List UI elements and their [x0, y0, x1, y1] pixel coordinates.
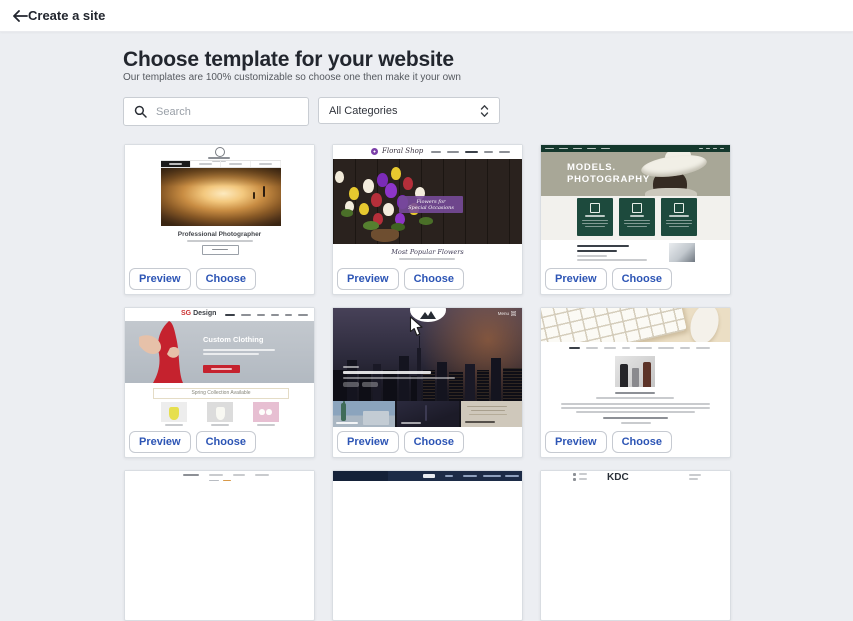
template-thumbnail-floral-shop[interactable]: Floral Shop — [333, 145, 522, 264]
flower-logo-icon — [371, 148, 378, 155]
preview-button[interactable]: Preview — [129, 268, 191, 290]
template-card-photographer: Professional Photographer Preview Choose — [124, 144, 315, 295]
template-thumbnail-kdc[interactable]: KDC — [541, 471, 730, 590]
choose-button[interactable]: Choose — [612, 431, 672, 453]
chevron-up-down-icon — [480, 104, 489, 118]
site-menu: Menu — [498, 311, 516, 316]
article-thumbnails — [333, 401, 522, 427]
template-card-kdc: KDC — [540, 470, 731, 621]
template-thumbnail-minimal-tabs[interactable] — [125, 471, 314, 590]
keyboard-photo — [541, 308, 730, 342]
template-card-floral-shop: Floral Shop — [332, 144, 523, 295]
choose-button[interactable]: Choose — [196, 268, 256, 290]
statue-of-liberty-thumb — [333, 401, 395, 427]
site-title: Professional Photographer — [125, 231, 314, 238]
template-thumbnail-navy-corporate[interactable] — [333, 471, 522, 590]
choose-button[interactable]: Choose — [404, 431, 464, 453]
night-sky-thumb — [397, 401, 459, 427]
preview-button[interactable]: Preview — [129, 431, 191, 453]
product-thumb-white-dress — [207, 402, 233, 422]
template-card-business: Preview Choose — [540, 307, 731, 458]
product-thumb-lingerie — [253, 402, 279, 422]
template-thumbnail-models-photography[interactable]: MODELS. PHOTOGRAPHY — [541, 145, 730, 264]
site-logo-text: Floral Shop — [382, 147, 423, 155]
template-thumbnail-business[interactable] — [541, 308, 730, 427]
site-section-title: Most Popular Flowers — [333, 248, 522, 256]
product-thumb-yellow-dress — [161, 402, 187, 422]
menu-icon — [511, 311, 516, 316]
site-logo-text: KDC — [607, 472, 629, 483]
search-box[interactable] — [123, 97, 309, 126]
template-card-minimal-tabs — [124, 470, 315, 621]
tulip-bouquet-photo: Flowers for Special Occasions — [333, 159, 522, 244]
keyboard — [541, 308, 687, 342]
site-logo-text: SG Design — [181, 310, 216, 317]
template-card-sg-design: SG Design Custom Clothing Spring Collect… — [124, 307, 315, 458]
site-header: Floral Shop — [333, 145, 522, 159]
top-bar: Create a site — [0, 0, 853, 32]
site-hero-title: Custom Clothing — [203, 335, 263, 344]
mountain-logo-icon — [420, 310, 436, 319]
site-header: SG Design — [125, 308, 314, 321]
template-card-models-photography: MODELS. PHOTOGRAPHY — [540, 144, 731, 295]
choose-button[interactable]: Choose — [612, 268, 672, 290]
site-nav — [161, 160, 281, 168]
template-card-navy-corporate — [332, 470, 523, 621]
search-input[interactable] — [154, 105, 308, 119]
site-banner: Spring Collection Available — [153, 388, 289, 399]
site-cta-button — [202, 245, 239, 255]
office-photo — [615, 356, 655, 387]
choose-button[interactable]: Choose — [404, 268, 464, 290]
section-heading: Choose template for your website — [123, 48, 454, 72]
back-arrow-icon[interactable] — [10, 7, 30, 25]
category-dropdown[interactable]: All Categories — [318, 97, 500, 124]
preview-button[interactable]: Preview — [337, 268, 399, 290]
section-subheading: Our templates are 100% customizable so c… — [123, 72, 461, 83]
red-dress-model — [139, 321, 199, 383]
site-footer-strip: Most Popular Flowers — [333, 244, 522, 264]
template-thumbnail-city-guide[interactable]: Menu — [333, 308, 522, 427]
mouse — [686, 308, 723, 342]
sketch-thumb — [461, 401, 522, 427]
choose-button[interactable]: Choose — [196, 431, 256, 453]
preview-button[interactable]: Preview — [337, 431, 399, 453]
template-thumbnail-sg-design[interactable]: SG Design Custom Clothing Spring Collect… — [125, 308, 314, 427]
site-text-section — [541, 240, 730, 264]
site-hero: MODELS. PHOTOGRAPHY — [541, 152, 730, 196]
site-hero: Custom Clothing — [125, 321, 314, 383]
site-hero-title: MODELS. PHOTOGRAPHY — [567, 162, 650, 186]
preview-button[interactable]: Preview — [545, 431, 607, 453]
model-shoulders — [645, 188, 697, 196]
site-cta-button — [203, 365, 240, 373]
search-icon — [134, 105, 147, 118]
portrait-photo — [669, 243, 695, 262]
preview-button[interactable]: Preview — [545, 268, 607, 290]
template-thumbnail-photographer[interactable]: Professional Photographer — [125, 145, 314, 264]
landscape-photo — [161, 168, 281, 226]
site-nav — [541, 145, 730, 152]
template-card-city-guide: Menu — [332, 307, 523, 458]
site-feature-tiles — [541, 196, 730, 240]
page-title: Create a site — [28, 8, 105, 23]
category-selected-value: All Categories — [329, 105, 397, 117]
site-hero-banner: Flowers for Special Occasions — [399, 196, 463, 213]
